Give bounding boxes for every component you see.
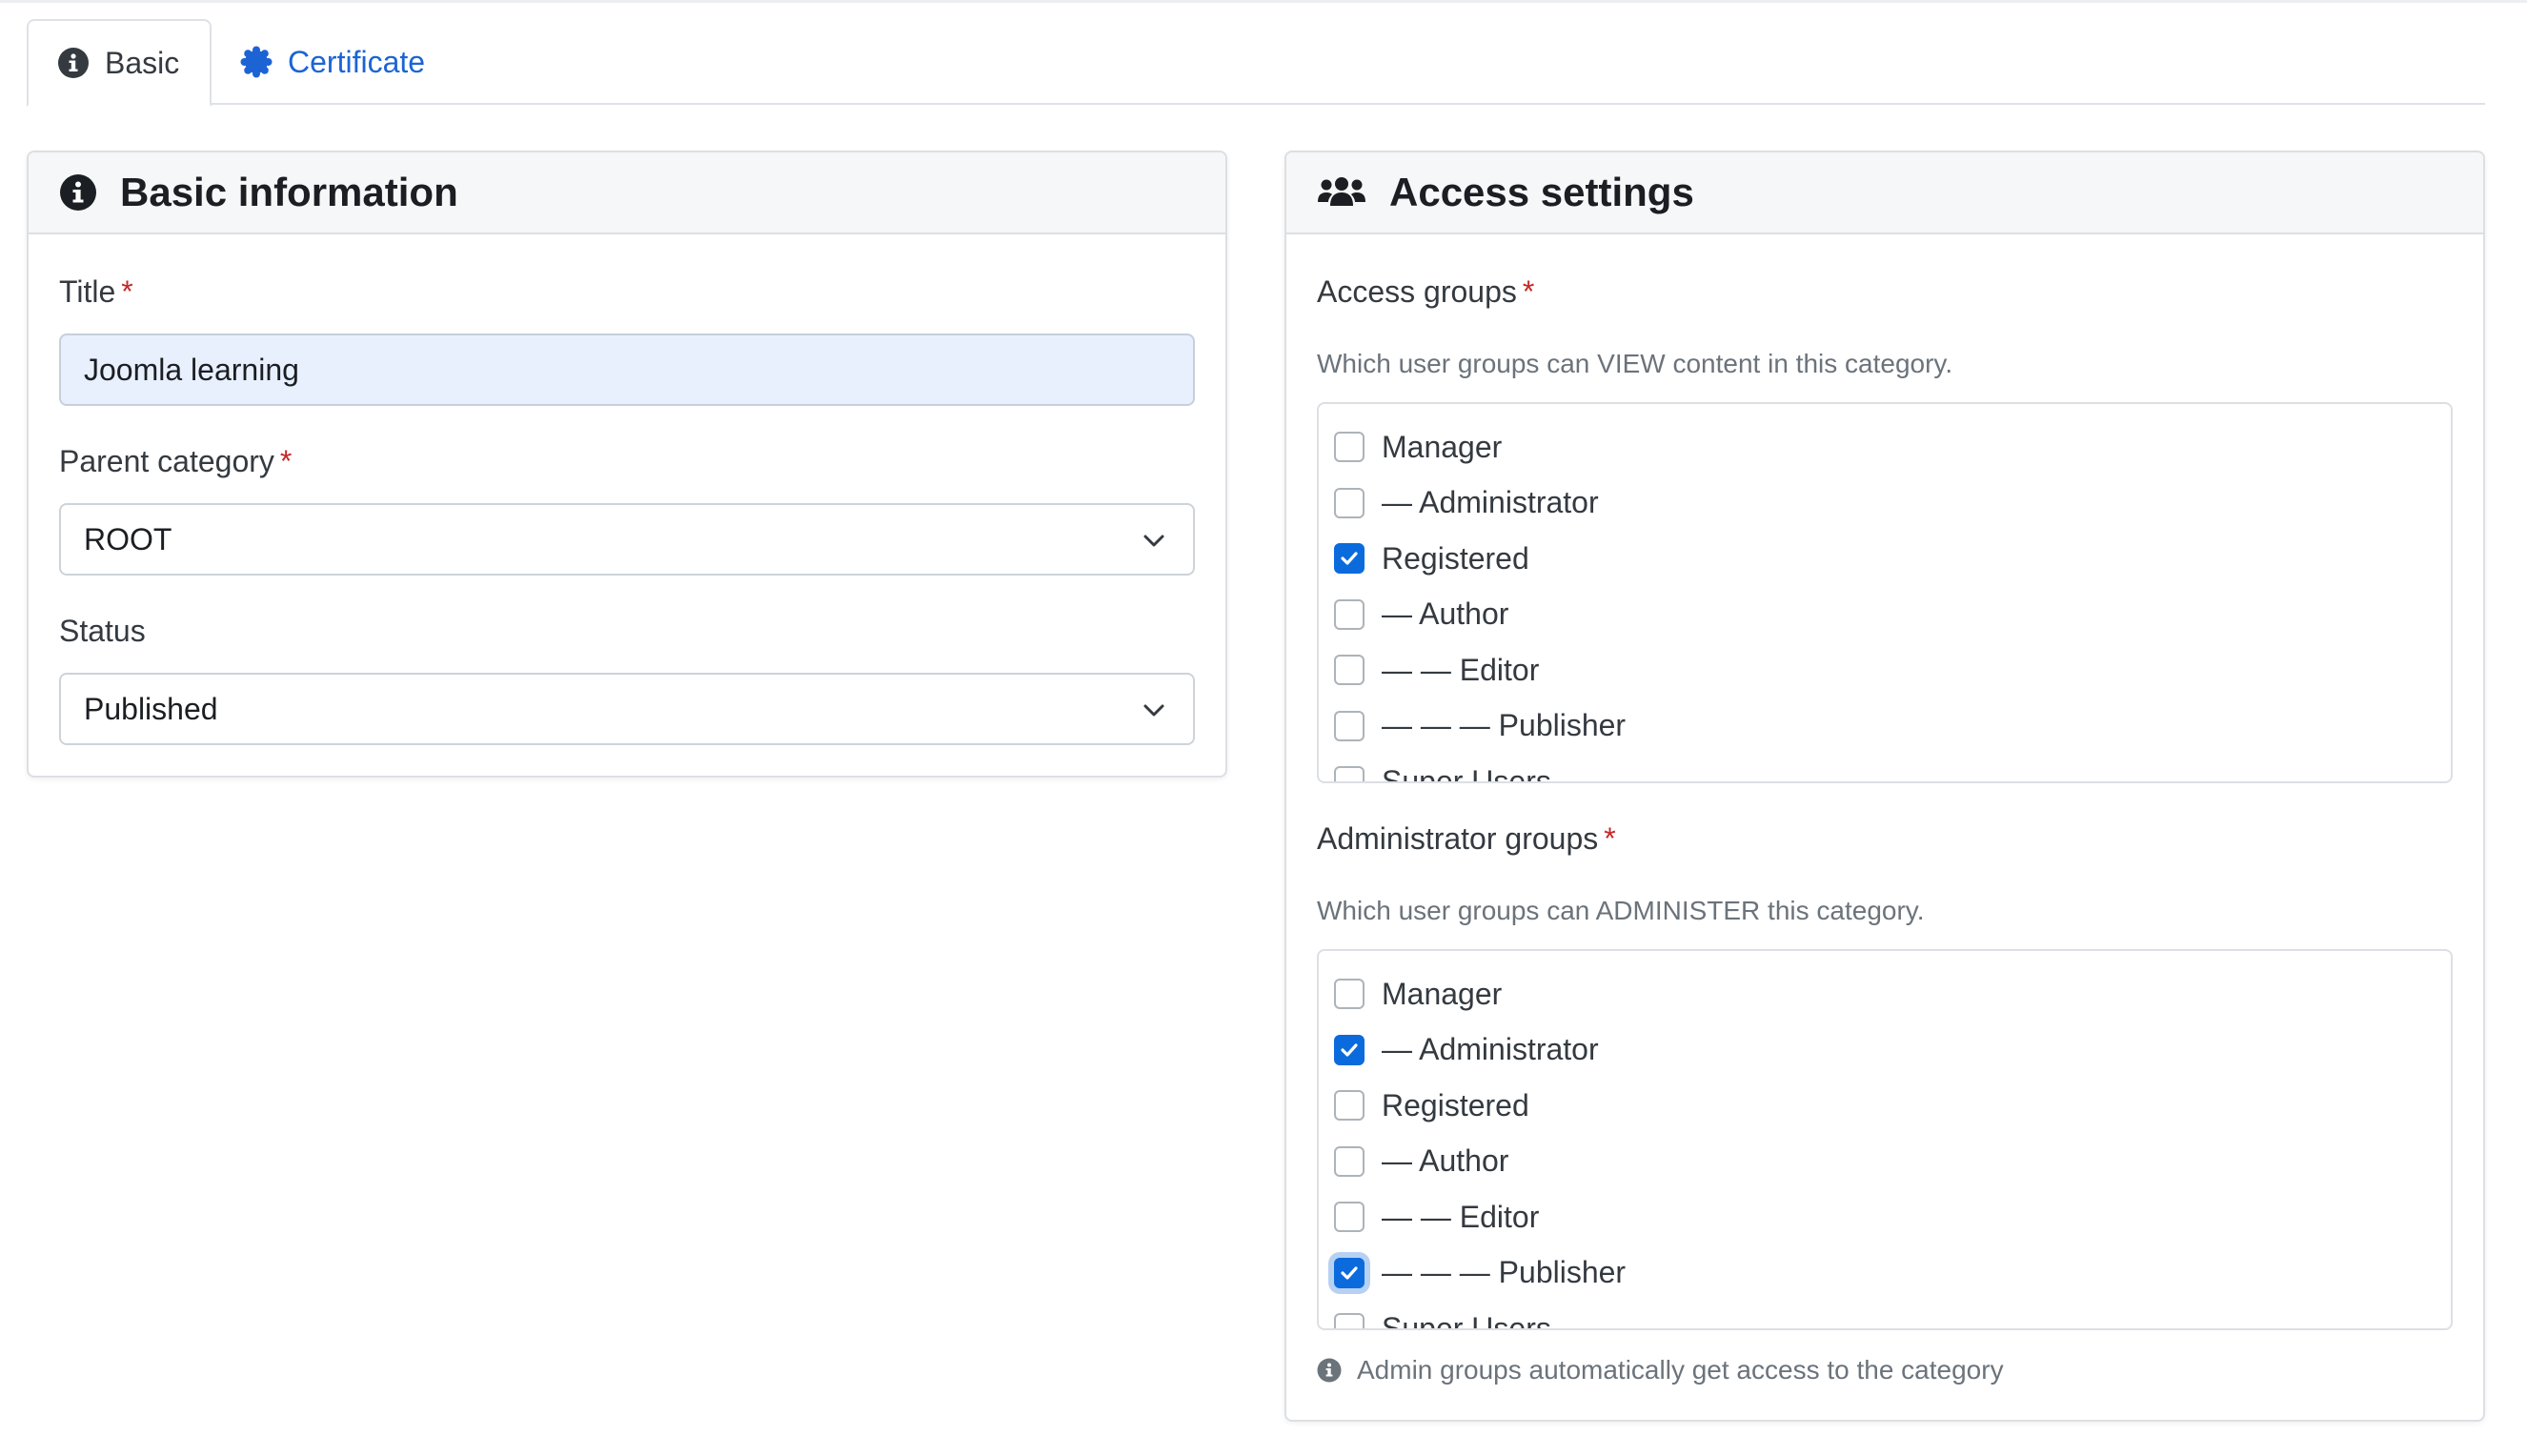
access-groups-description: Which user groups can VIEW content in th… [1317, 349, 1953, 378]
basic-information-title: Basic information [120, 170, 458, 214]
required-marker: * [1522, 274, 1535, 309]
checkbox[interactable] [1334, 1145, 1365, 1177]
checkbox-row[interactable]: — — — Publisher [1334, 1245, 1626, 1301]
checkbox-label: — Administrator [1382, 1032, 1599, 1066]
title-input-value: Joomla learning [84, 352, 299, 387]
checkbox[interactable] [1334, 979, 1365, 1009]
chevron-down-icon [1142, 698, 1166, 722]
required-marker: * [1604, 821, 1616, 856]
admin-groups-hint-text: Admin groups automatically get access to… [1357, 1355, 2004, 1385]
checkbox[interactable] [1334, 598, 1365, 630]
administrator-groups-label: Administrator groups * [1317, 821, 1616, 857]
checkbox-checked[interactable] [1334, 543, 1365, 574]
checkbox-row[interactable]: Registered [1334, 1078, 1529, 1133]
parent-category-label: Parent category * [59, 444, 292, 479]
checkbox-label: Registered [1382, 540, 1529, 576]
checkbox-row[interactable]: — — Editor [1334, 642, 1539, 698]
required-marker: * [121, 274, 133, 309]
checkbox[interactable] [1334, 655, 1365, 685]
checkbox[interactable] [1334, 432, 1365, 462]
checkbox-row[interactable]: — Administrator [1334, 1022, 1599, 1078]
administrator-groups-list[interactable]: Manager — Administrator Registered — Author… [1317, 949, 2453, 1330]
checkbox-row[interactable]: — Author [1334, 1134, 1508, 1189]
checkbox-row[interactable]: — — Editor [1334, 1189, 1539, 1244]
checkbox-label: Registered [1382, 1087, 1529, 1122]
checkbox-label: Manager [1382, 429, 1503, 464]
checkbox-label: — Author [1382, 597, 1509, 631]
tab-certificate[interactable]: Certificate [240, 19, 425, 105]
checkbox-row[interactable]: Manager [1334, 966, 1502, 1021]
checkbox[interactable] [1334, 710, 1365, 741]
checkbox-row[interactable]: — Administrator [1334, 475, 1599, 531]
status-select[interactable]: Published [59, 673, 1195, 745]
checkbox-label: — — Editor [1382, 1199, 1540, 1234]
checkbox-label: Manager [1382, 976, 1503, 1011]
checkbox-row[interactable]: Super Users [1334, 1301, 1551, 1330]
administrator-groups-label-text: Administrator groups [1317, 821, 1599, 856]
tab-bar: Basic Certificate [27, 19, 2485, 107]
basic-information-card: Basic information Title * Joomla learning… [27, 151, 1227, 778]
parent-category-select[interactable]: ROOT [59, 503, 1195, 576]
chevron-down-icon [1142, 528, 1166, 553]
certificate-icon [240, 46, 273, 78]
check-icon [1341, 1265, 1358, 1280]
status-label-text: Status [59, 614, 146, 648]
checkbox[interactable] [1334, 1090, 1365, 1121]
top-border [0, 0, 2527, 3]
check-icon [1341, 552, 1358, 565]
checkbox-label: — Administrator [1382, 485, 1599, 519]
checkbox-row[interactable]: — — — Publisher [1334, 698, 1626, 754]
checkbox[interactable] [1334, 766, 1365, 781]
checkbox[interactable] [1334, 487, 1365, 518]
users-icon [1317, 173, 1366, 212]
access-settings-header: Access settings [1286, 152, 2483, 234]
status-label: Status [59, 614, 146, 649]
status-value: Published [84, 691, 218, 726]
administrator-groups-description: Which user groups can ADMINISTER this ca… [1317, 896, 1925, 925]
access-settings-card: Access settings Access groups * Which use… [1284, 151, 2485, 1422]
title-label-text: Title [59, 274, 116, 309]
info-icon [1317, 1358, 1342, 1383]
checkbox-row[interactable]: Super Users [1334, 754, 1551, 783]
admin-groups-hint: Admin groups automatically get access to… [1317, 1355, 2004, 1385]
checkbox-label: Super Users [1382, 1310, 1551, 1330]
basic-information-header: Basic information [29, 152, 1225, 234]
checkbox-row[interactable]: Manager [1334, 419, 1502, 475]
checkbox-row[interactable]: — Author [1334, 587, 1508, 642]
title-label: Title * [59, 274, 133, 310]
checkbox-label: — — — Publisher [1382, 1255, 1627, 1289]
access-groups-label-text: Access groups [1317, 274, 1517, 309]
checkbox-row[interactable]: Registered [1334, 531, 1529, 586]
checkbox-checked[interactable] [1334, 1034, 1365, 1065]
access-groups-label: Access groups * [1317, 274, 1534, 310]
parent-category-value: ROOT [84, 521, 172, 556]
tab-certificate-label: Certificate [288, 44, 426, 79]
parent-category-label-text: Parent category [59, 444, 274, 478]
checkbox-label: Super Users [1382, 763, 1551, 783]
checkbox-label: — — Editor [1382, 652, 1540, 687]
checkbox-label: — — — Publisher [1382, 708, 1627, 742]
info-circle-icon [59, 173, 97, 212]
access-groups-list[interactable]: Manager — Administrator Registered — Author… [1317, 402, 2453, 783]
info-icon [57, 47, 90, 79]
access-settings-title: Access settings [1389, 170, 1694, 214]
checkbox[interactable] [1334, 1313, 1365, 1328]
check-icon [1341, 1042, 1358, 1057]
checkbox-checked[interactable] [1334, 1257, 1365, 1288]
required-marker: * [279, 444, 293, 478]
checkbox-label: — Author [1382, 1143, 1509, 1178]
title-input[interactable]: Joomla learning [59, 334, 1195, 406]
tab-basic[interactable]: Basic [27, 19, 212, 107]
checkbox[interactable] [1334, 1202, 1365, 1232]
tab-basic-label: Basic [105, 45, 180, 80]
